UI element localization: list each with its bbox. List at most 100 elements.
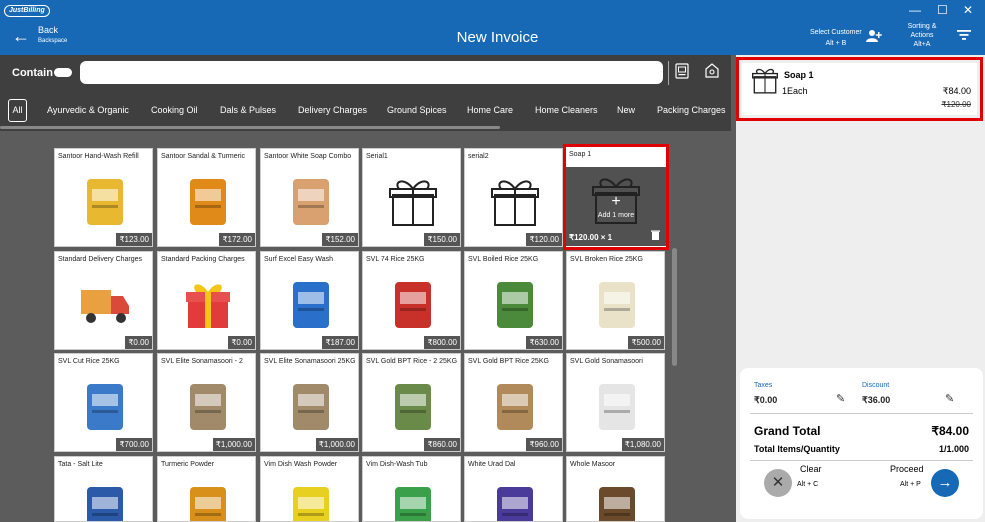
gift-icon bbox=[389, 180, 437, 226]
product-price: ₹152.00 bbox=[322, 233, 358, 246]
category-bar: All Ayurvedic & Organic Cooking Oil Dals… bbox=[0, 91, 731, 131]
total-items-value: 1/1.000 bbox=[938, 444, 969, 454]
select-customer-button[interactable]: Select Customer Alt + B bbox=[810, 27, 862, 49]
minimize-button[interactable]: — bbox=[909, 3, 921, 17]
product-tile[interactable]: SVL Boiled Rice 25KG ₹630.00 bbox=[464, 251, 563, 350]
rice-sack-ss-icon bbox=[497, 384, 533, 430]
product-name: SVL Gold Sonamasoori bbox=[570, 358, 643, 365]
product-tile[interactable]: SVL Broken Rice 25KG ₹500.00 bbox=[566, 251, 665, 350]
edit-taxes-icon[interactable]: ✎ bbox=[836, 392, 845, 405]
product-tile[interactable]: Whole Masoor bbox=[566, 456, 665, 522]
category-cooking-oil[interactable]: Cooking Oil bbox=[151, 105, 198, 115]
rice-bag-red-icon bbox=[395, 282, 431, 328]
taxes-label: Taxes bbox=[754, 382, 773, 389]
clear-hint: Alt + C bbox=[797, 481, 819, 488]
product-tile[interactable]: Santoor White Soap Combo ₹152.00 bbox=[260, 148, 359, 247]
product-tile[interactable]: Santoor Sandal & Turmeric ₹172.00 bbox=[157, 148, 256, 247]
cart-item-name: Soap 1 bbox=[784, 70, 814, 80]
cart-item-card: Soap 1 1Each ₹84.00 ₹120.00 bbox=[742, 63, 977, 115]
edit-discount-icon[interactable]: ✎ bbox=[945, 392, 954, 405]
filter-icon[interactable] bbox=[957, 28, 971, 44]
vim-tub-icon bbox=[395, 487, 431, 521]
selected-tile-price-qty: ₹120.00 × 1 bbox=[569, 233, 613, 242]
product-name: Santoor Sandal & Turmeric bbox=[161, 153, 246, 160]
product-name: SVL Cut Rice 25KG bbox=[58, 358, 120, 365]
add-customer-icon[interactable] bbox=[866, 29, 882, 46]
grid-scrollbar[interactable] bbox=[672, 248, 677, 366]
product-name: Standard Packing Charges bbox=[161, 256, 245, 263]
gift-icon bbox=[491, 180, 539, 226]
category-ground-spices[interactable]: Ground Spices bbox=[387, 105, 447, 115]
product-price: ₹120.00 bbox=[526, 233, 562, 246]
clear-label[interactable]: Clear bbox=[800, 464, 822, 474]
product-tile[interactable]: Standard Delivery Charges ₹0.00 bbox=[54, 251, 153, 350]
gift-icon bbox=[752, 68, 778, 94]
product-tile[interactable]: SVL Gold BPT Rice - 2 25KG ₹860.00 bbox=[362, 353, 461, 452]
contain-toggle[interactable] bbox=[54, 68, 72, 77]
maximize-button[interactable]: ☐ bbox=[937, 3, 948, 17]
divider bbox=[668, 61, 669, 85]
discount-label: Discount bbox=[862, 382, 890, 389]
category-all[interactable]: All bbox=[8, 99, 27, 122]
taxes-value: ₹0.00 bbox=[754, 395, 778, 405]
rice-bag-green-icon bbox=[497, 282, 533, 328]
add-more-plus-icon[interactable]: + bbox=[566, 193, 666, 211]
masoor-icon bbox=[599, 487, 635, 521]
tag-icon[interactable] bbox=[704, 63, 720, 82]
search-bar: Contain bbox=[0, 55, 731, 91]
category-home-care[interactable]: Home Care bbox=[467, 105, 513, 115]
product-tile[interactable]: Serial1 ₹150.00 bbox=[362, 148, 461, 247]
clear-button[interactable]: ✕ bbox=[764, 469, 792, 497]
category-delivery-charges[interactable]: Delivery Charges bbox=[298, 105, 367, 115]
product-price: ₹187.00 bbox=[322, 336, 358, 349]
product-name: Santoor Hand-Wash Refill bbox=[58, 153, 139, 160]
category-packing-charges[interactable]: Packing Charges bbox=[657, 105, 726, 115]
product-name: SVL Elite Sonamasoori 25KG bbox=[264, 358, 356, 365]
cart-item[interactable]: Soap 1 1Each ₹84.00 ₹120.00 bbox=[736, 57, 983, 121]
product-tile[interactable]: Tata - Salt Lite bbox=[54, 456, 153, 522]
category-home-cleaners[interactable]: Home Cleaners bbox=[535, 105, 598, 115]
product-tile[interactable]: SVL Gold Sonamasoori ₹1,080.00 bbox=[566, 353, 665, 452]
proceed-button[interactable]: → bbox=[931, 469, 959, 497]
cart-item-unit: 1Each bbox=[782, 86, 808, 96]
product-price: ₹123.00 bbox=[116, 233, 152, 246]
product-name: White Urad Dal bbox=[468, 461, 516, 468]
product-tile[interactable]: SVL Cut Rice 25KG ₹700.00 bbox=[54, 353, 153, 452]
selected-tile-overlay: + Add 1 more ₹120.00 × 1 bbox=[566, 167, 666, 246]
category-scrollbar[interactable] bbox=[0, 126, 500, 129]
product-tile[interactable]: White Urad Dal bbox=[464, 456, 563, 522]
product-tile[interactable]: Turmeric Powder bbox=[157, 456, 256, 522]
gift-red-icon bbox=[186, 284, 230, 328]
cart-item-price: ₹84.00 bbox=[942, 86, 971, 96]
sorting-actions-button[interactable]: Sorting & Actions Alt+A bbox=[903, 22, 941, 49]
barcode-icon[interactable] bbox=[675, 63, 689, 82]
product-tile[interactable]: Vim Dish Wash Powder bbox=[260, 456, 359, 522]
product-tile[interactable]: Standard Packing Charges ₹0.00 bbox=[157, 251, 256, 350]
soap-box-icon bbox=[190, 179, 226, 225]
close-window-button[interactable]: ✕ bbox=[963, 3, 973, 17]
rice-sack-icon bbox=[190, 384, 226, 430]
product-tile[interactable]: SVL Elite Sonamasoori 25KG ₹1,000.00 bbox=[260, 353, 359, 452]
category-ayurvedic[interactable]: Ayurvedic & Organic bbox=[47, 105, 129, 115]
product-tile[interactable]: Vim Dish-Wash Tub bbox=[362, 456, 461, 522]
category-dals-pulses[interactable]: Dals & Pulses bbox=[220, 105, 276, 115]
product-tile[interactable]: SVL Gold BPT Rice 25KG ₹960.00 bbox=[464, 353, 563, 452]
category-new[interactable]: New bbox=[617, 105, 635, 115]
product-name: Serial1 bbox=[366, 153, 388, 160]
product-name: serial2 bbox=[468, 153, 489, 160]
product-tile[interactable]: SVL 74 Rice 25KG ₹800.00 bbox=[362, 251, 461, 350]
product-tile[interactable]: SVL Elite Sonamasoori - 2 ₹1,000.00 bbox=[157, 353, 256, 452]
product-tile[interactable]: serial2 ₹120.00 bbox=[464, 148, 563, 247]
detergent-icon bbox=[293, 282, 329, 328]
selected-product-tile[interactable]: Soap 1 + Add 1 more ₹120.00 × 1 bbox=[563, 144, 669, 250]
search-input[interactable] bbox=[80, 61, 663, 84]
product-tile[interactable]: Santoor Hand-Wash Refill ₹123.00 bbox=[54, 148, 153, 247]
product-tile[interactable]: Surf Excel Easy Wash ₹187.00 bbox=[260, 251, 359, 350]
delete-icon[interactable] bbox=[651, 230, 660, 242]
product-name: SVL Gold BPT Rice 25KG bbox=[468, 358, 549, 365]
salt-icon bbox=[87, 487, 123, 521]
rice-bag-blue-icon bbox=[87, 384, 123, 430]
grand-total-label: Grand Total bbox=[754, 424, 821, 438]
proceed-label[interactable]: Proceed bbox=[890, 464, 924, 474]
add-more-label[interactable]: Add 1 more bbox=[566, 212, 666, 219]
